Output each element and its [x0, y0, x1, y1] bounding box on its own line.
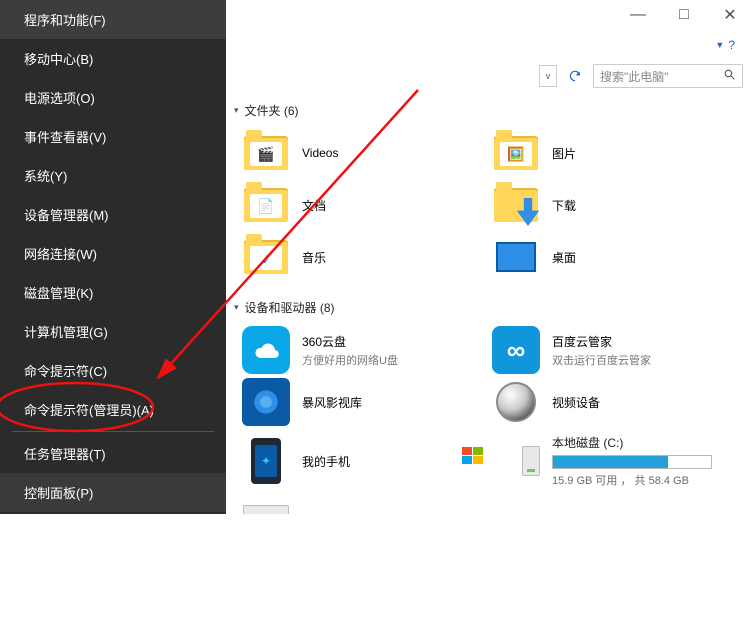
- folder-documents[interactable]: 📄 文档: [232, 179, 482, 231]
- chevron-down-icon: ▼: [715, 40, 724, 50]
- chevron-down-icon: ▾: [234, 302, 239, 313]
- help-icon: ?: [728, 38, 735, 52]
- window-titlebar: — □ ✕: [615, 0, 753, 30]
- menu-disk-management[interactable]: 磁盘管理(K): [0, 273, 226, 312]
- explorer-content: ▾ 文件夹 (6) 🎬 Videos 🖼️ 图片 📄 文档 下载 ♪ 音乐 桌面…: [232, 100, 753, 514]
- drive-usage-bar: [552, 455, 712, 469]
- menu-network-connections[interactable]: 网络连接(W): [0, 234, 226, 273]
- search-input[interactable]: 搜索"此电脑": [593, 64, 743, 88]
- folder-desktop[interactable]: 桌面: [482, 231, 732, 283]
- device-label: 360云盘: [302, 333, 398, 350]
- device-sub: 双击运行百度云管家: [552, 352, 651, 368]
- menu-programs-features[interactable]: 程序和功能(F): [0, 0, 226, 39]
- search-placeholder: 搜索"此电脑": [600, 68, 669, 85]
- address-dropdown[interactable]: v: [539, 65, 557, 87]
- folder-label: 图片: [552, 145, 576, 162]
- pictures-folder-icon: 🖼️: [492, 133, 540, 173]
- device-sub: 方便好用的网络U盘: [302, 352, 398, 368]
- documents-folder-icon: 📄: [242, 185, 290, 225]
- section-devices-title: 设备和驱动器 (8): [245, 299, 335, 316]
- menu-separator: [12, 431, 214, 432]
- device-video[interactable]: 视频设备: [482, 376, 732, 428]
- folder-label: Videos: [302, 146, 338, 160]
- menu-search[interactable]: 搜索(S): [0, 551, 226, 590]
- device-label: 我的手机: [302, 453, 350, 470]
- section-devices-header[interactable]: ▾ 设备和驱动器 (8): [234, 299, 753, 316]
- device-local-disk-c[interactable]: 本地磁盘 (C:) 15.9 GB 可用 ， 共 58.4 GB: [482, 428, 732, 494]
- minimize-button[interactable]: —: [615, 0, 661, 30]
- phone-icon: ✦: [242, 441, 290, 481]
- menu-file-explorer[interactable]: 文件资源管理器(E): [0, 512, 226, 551]
- desktop-folder-icon: [492, 237, 540, 277]
- downloads-folder-icon: [492, 185, 540, 225]
- folder-label: 下载: [552, 197, 576, 214]
- device-my-phone[interactable]: ✦ 我的手机: [232, 428, 482, 494]
- folder-videos[interactable]: 🎬 Videos: [232, 127, 482, 179]
- videos-folder-icon: 🎬: [242, 133, 290, 173]
- close-button[interactable]: ✕: [707, 0, 753, 30]
- music-folder-icon: ♪: [242, 237, 290, 277]
- folder-pictures[interactable]: 🖼️ 图片: [482, 127, 732, 179]
- folder-label: 桌面: [552, 249, 576, 266]
- drive-free-text: 15.9 GB 可用 ， 共 58.4 GB: [552, 472, 712, 488]
- menu-event-viewer[interactable]: 事件查看器(V): [0, 117, 226, 156]
- drive-c-icon: [492, 441, 540, 481]
- menu-command-prompt[interactable]: 命令提示符(C): [0, 351, 226, 390]
- folder-label: 文档: [302, 197, 326, 214]
- windows-flag-icon: [462, 447, 483, 464]
- webcam-icon: [492, 382, 540, 422]
- menu-mobility-center[interactable]: 移动中心(B): [0, 39, 226, 78]
- explorer-toolbar: v 搜索"此电脑": [226, 62, 753, 90]
- refresh-icon: [568, 69, 582, 83]
- devices-grid: 360云盘 方便好用的网络U盘 ∞ 百度云管家 双击运行百度云管家 暴风影视库 …: [232, 324, 753, 514]
- device-baofeng[interactable]: 暴风影视库: [232, 376, 482, 428]
- refresh-button[interactable]: [563, 65, 587, 87]
- device-360-cloud[interactable]: 360云盘 方便好用的网络U盘: [232, 324, 482, 376]
- drive-d-icon: [242, 500, 290, 514]
- chevron-down-icon: ▾: [234, 105, 239, 116]
- film-library-icon: [242, 382, 290, 422]
- help-dropdown[interactable]: ▼ ?: [715, 38, 735, 52]
- menu-power-options[interactable]: 电源选项(O): [0, 78, 226, 117]
- device-label: 视频设备: [552, 394, 600, 411]
- section-folders-header[interactable]: ▾ 文件夹 (6): [234, 102, 753, 119]
- menu-control-panel[interactable]: 控制面板(P): [0, 473, 226, 512]
- menu-command-prompt-admin[interactable]: 命令提示符(管理员)(A): [0, 390, 226, 429]
- menu-system[interactable]: 系统(Y): [0, 156, 226, 195]
- device-local-disk-d[interactable]: 本地磁盘 (D:): [232, 494, 482, 514]
- maximize-button[interactable]: □: [661, 0, 707, 30]
- folder-label: 音乐: [302, 249, 326, 266]
- menu-computer-management[interactable]: 计算机管理(G): [0, 312, 226, 351]
- baidu-cloud-icon: ∞: [492, 330, 540, 370]
- device-label: 暴风影视库: [302, 394, 362, 411]
- menu-device-manager[interactable]: 设备管理器(M): [0, 195, 226, 234]
- menu-run[interactable]: 运行(R): [0, 590, 226, 629]
- folder-downloads[interactable]: 下载: [482, 179, 732, 231]
- folder-music[interactable]: ♪ 音乐: [232, 231, 482, 283]
- menu-task-manager[interactable]: 任务管理器(T): [0, 434, 226, 473]
- search-icon: [723, 68, 736, 84]
- chevron-down-icon: v: [546, 71, 551, 81]
- device-baidu-cloud[interactable]: ∞ 百度云管家 双击运行百度云管家: [482, 324, 732, 376]
- drive-label: 本地磁盘 (C:): [552, 434, 712, 451]
- device-label: 百度云管家: [552, 333, 651, 350]
- cloud-icon: [242, 330, 290, 370]
- section-folders-title: 文件夹 (6): [245, 102, 299, 119]
- folders-grid: 🎬 Videos 🖼️ 图片 📄 文档 下载 ♪ 音乐 桌面: [232, 127, 753, 283]
- winx-context-menu: 程序和功能(F) 移动中心(B) 电源选项(O) 事件查看器(V) 系统(Y) …: [0, 0, 226, 514]
